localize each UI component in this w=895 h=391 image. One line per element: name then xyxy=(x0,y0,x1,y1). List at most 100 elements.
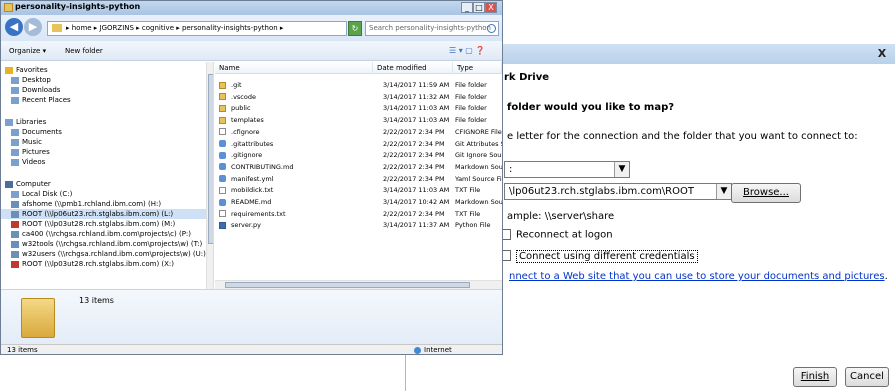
forward-arrow-icon[interactable]: ▶ xyxy=(24,18,42,36)
nav-item[interactable]: Downloads xyxy=(1,85,206,95)
videos-icon xyxy=(11,158,19,166)
explorer-title: personality-insights-python xyxy=(15,2,141,11)
file-name: .git xyxy=(231,81,242,89)
recent-places-icon xyxy=(11,96,19,104)
file-name: mobildick.txt xyxy=(231,186,274,195)
file-date: 2/22/2017 2:34 PM xyxy=(383,174,445,183)
search-placeholder: Search personality-insights-python xyxy=(369,24,491,32)
nav-item[interactable]: Recent Places xyxy=(1,95,206,105)
nav-item[interactable]: afshome (\\pmb1.rchland.ibm.com) (H:) xyxy=(1,199,206,209)
nav-item-label: Favorites xyxy=(16,66,48,74)
table-row[interactable]: public 3/14/2017 11:03 AM File folder xyxy=(215,103,502,114)
folder-path-combobox[interactable]: \lp06ut23.rch.stglabs.ibm.com\ROOT ▼ xyxy=(504,183,732,200)
explorer-titlebar[interactable]: personality-insights-python _ □ X xyxy=(1,1,502,15)
nav-item[interactable]: Pictures xyxy=(1,147,206,157)
file-date: 2/22/2017 2:34 PM xyxy=(383,162,445,171)
nav-item[interactable]: ROOT (\\lp06ut23.rch.stglabs.ibm.com) (L… xyxy=(1,209,206,219)
credentials-label: Connect using different credentials xyxy=(516,249,698,263)
nav-item[interactable]: Local Disk (C:) xyxy=(1,189,206,199)
nav-item[interactable]: ROOT (\\lp03ut28.rch.stglabs.ibm.com) (X… xyxy=(1,259,206,269)
nav-item[interactable]: Desktop xyxy=(1,75,206,85)
nav-item[interactable]: w32users (\\rchgsa.rchland.ibm.com\proje… xyxy=(1,249,206,259)
nav-item[interactable]: Music xyxy=(1,137,206,147)
file-date: 3/14/2017 11:32 AM xyxy=(383,92,450,101)
nav-item[interactable]: Favorites xyxy=(1,65,206,75)
scrollbar-thumb[interactable] xyxy=(208,74,213,244)
cancel-button[interactable]: Cancel xyxy=(845,367,889,387)
table-row[interactable]: .gitignore 2/22/2017 2:34 PM Git Ignore So… xyxy=(215,150,502,161)
web-site-link[interactable]: nnect to a Web site that you can use to … xyxy=(509,271,885,282)
maximize-button[interactable]: □ xyxy=(473,2,485,13)
table-row[interactable]: server.py 3/14/2017 11:37 AM Python File xyxy=(215,220,502,231)
downloads-icon xyxy=(11,86,19,94)
nav-item[interactable]: Libraries xyxy=(1,117,206,127)
table-row[interactable]: .vscode 3/14/2017 11:32 AM File folder xyxy=(215,92,502,103)
browse-button[interactable]: Browse... xyxy=(731,183,801,203)
drive-letter-select[interactable]: : ▼ xyxy=(504,161,630,178)
file-date: 2/22/2017 2:34 PM xyxy=(383,127,445,136)
reconnect-option[interactable]: Reconnect at logon xyxy=(500,229,613,243)
network-drive-icon xyxy=(11,230,19,238)
file-date: 2/22/2017 2:34 PM xyxy=(383,151,445,160)
table-row[interactable]: manifest.yml 2/22/2017 2:34 PM Yaml Source… xyxy=(215,174,502,185)
column-header-date[interactable]: Date modified xyxy=(373,62,453,74)
reconnect-label: Reconnect at logon xyxy=(516,229,613,241)
refresh-icon[interactable]: ↻ xyxy=(348,21,362,36)
column-header-type[interactable]: Type xyxy=(453,62,502,74)
column-header-name[interactable]: Name xyxy=(215,62,373,74)
nav-item[interactable]: Videos xyxy=(1,157,206,167)
horizontal-scrollbar[interactable] xyxy=(215,280,502,289)
close-button[interactable]: X xyxy=(485,2,497,13)
search-icon[interactable] xyxy=(487,24,496,33)
table-row[interactable]: templates 3/14/2017 11:03 AM File folder xyxy=(215,115,502,126)
organize-button[interactable]: Organize ▾ xyxy=(9,41,46,61)
table-row[interactable]: .gitattributes 2/22/2017 2:34 PM Git Attri… xyxy=(215,139,502,150)
nav-item[interactable]: Computer xyxy=(1,179,206,189)
file-name-cell: README.md xyxy=(219,197,379,208)
scrollbar-thumb[interactable] xyxy=(225,282,470,288)
folder-path-value: \lp06ut23.rch.stglabs.ibm.com\ROOT xyxy=(509,186,694,197)
computer-icon xyxy=(5,180,13,188)
file-name: manifest.yml xyxy=(231,174,274,183)
nav-item-label: Music xyxy=(22,138,42,146)
minimize-button[interactable]: _ xyxy=(461,2,473,13)
table-row[interactable]: requirements.txt 2/22/2017 2:34 PM TXT Fil… xyxy=(215,209,502,220)
table-row[interactable]: CONTRIBUTING.md 2/22/2017 2:34 PM Markdown… xyxy=(215,162,502,173)
dialog-close-button[interactable]: X xyxy=(874,46,890,61)
file-name-cell: .vscode xyxy=(219,92,379,103)
network-drive-disconnected-icon xyxy=(11,260,19,268)
new-folder-button[interactable]: New folder xyxy=(65,41,103,61)
folder-icon xyxy=(4,3,13,12)
table-row[interactable]: mobildick.txt 3/14/2017 11:03 AM TXT File xyxy=(215,185,502,196)
source-file-icon xyxy=(219,175,226,183)
chevron-down-icon[interactable]: ▼ xyxy=(716,184,731,199)
table-row[interactable]: .git 3/14/2017 11:59 AM File folder xyxy=(215,80,502,91)
command-bar: Organize ▾ New folder ☰ ▾ ▢ ❓ xyxy=(1,41,502,61)
view-options-icon[interactable]: ☰ ▾ ▢ ❓ xyxy=(449,45,497,57)
finish-button[interactable]: Finish xyxy=(793,367,837,387)
file-name: server.py xyxy=(231,221,262,230)
nav-item[interactable]: Documents xyxy=(1,127,206,137)
documents-icon xyxy=(11,128,19,136)
credentials-option[interactable]: Connect using different credentials xyxy=(500,249,698,264)
nav-item-label: ROOT (\\lp06ut23.rch.stglabs.ibm.com) (L… xyxy=(22,210,174,218)
table-row[interactable]: .cfignore 2/22/2017 2:34 PM CFIGNORE File xyxy=(215,127,502,138)
search-input[interactable]: Search personality-insights-python xyxy=(365,21,499,36)
nav-item-label: Recent Places xyxy=(22,96,71,104)
file-name: public xyxy=(231,104,251,113)
vertical-scrollbar[interactable] xyxy=(206,62,213,289)
nav-item[interactable]: w32tools (\\rchgsa.rchland.ibm.com\proje… xyxy=(1,239,206,249)
libraries-icon xyxy=(5,118,13,126)
file-type: Git Ignore Source xyxy=(455,151,502,160)
dialog-caption: rk Drive xyxy=(504,72,550,83)
security-zone: Internet xyxy=(414,345,452,355)
file-name: CONTRIBUTING.md xyxy=(231,162,294,171)
address-bar[interactable]: ▸ home ▸ JGORZINS ▸ cognitive ▸ personal… xyxy=(47,21,347,36)
back-arrow-icon[interactable]: ◀ xyxy=(5,18,23,36)
nav-item[interactable]: ca400 (\\rchgsa.rchland.ibm.com\projects… xyxy=(1,229,206,239)
nav-item[interactable]: ROOT (\\lp03ut28.rch.stglabs.ibm.com) (M… xyxy=(1,219,206,229)
file-name: .gitattributes xyxy=(231,139,274,148)
chevron-down-icon[interactable]: ▼ xyxy=(614,162,629,177)
security-zone-label: Internet xyxy=(424,346,452,354)
table-row[interactable]: README.md 3/14/2017 10:42 AM Markdown Sour… xyxy=(215,197,502,208)
